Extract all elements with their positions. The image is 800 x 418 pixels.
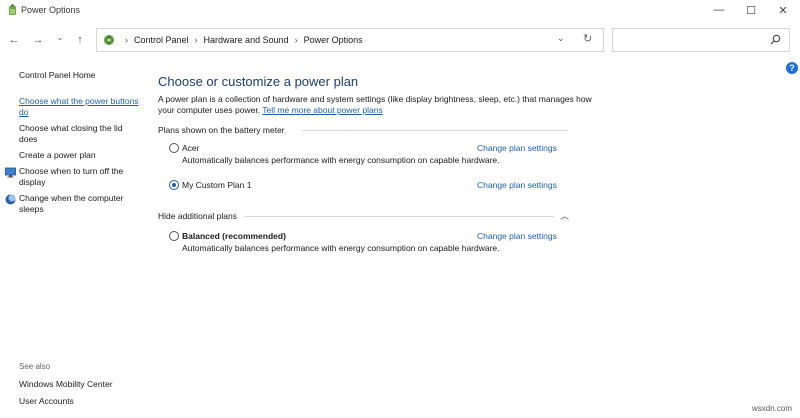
choose-power-buttons-link[interactable]: Choose what the power buttons do: [19, 96, 139, 118]
forward-button[interactable]: →: [30, 32, 46, 48]
search-input[interactable]: [617, 32, 767, 48]
turn-off-display-link[interactable]: Choose when to turn off the display: [19, 166, 139, 188]
plan-name[interactable]: Balanced (recommended): [182, 231, 286, 241]
plan-name[interactable]: Acer: [182, 143, 199, 153]
hide-additional-plans-toggle[interactable]: Hide additional plans: [158, 211, 237, 221]
back-button[interactable]: ←: [6, 32, 22, 48]
help-icon[interactable]: ?: [786, 62, 798, 74]
computer-sleeps-link[interactable]: Change when the computer sleeps: [19, 193, 139, 215]
monitor-icon: [5, 167, 16, 178]
create-power-plan-link[interactable]: Create a power plan: [19, 150, 139, 161]
back-arrow-icon: ←: [8, 34, 20, 46]
up-arrow-icon: ↑: [77, 34, 83, 46]
maximize-button[interactable]: ☐: [734, 0, 768, 20]
control-panel-home-link[interactable]: Control Panel Home: [19, 70, 96, 80]
address-bar[interactable]: › Control Panel › Hardware and Sound › P…: [96, 28, 604, 52]
breadcrumb-separator-icon[interactable]: ›: [295, 35, 298, 45]
help-glyph: ?: [789, 63, 795, 73]
window-title: Power Options: [21, 5, 81, 15]
breadcrumb-separator-icon: ›: [125, 35, 128, 45]
chevron-down-icon: ⌄: [56, 32, 64, 42]
change-plan-settings-acer-link[interactable]: Change plan settings: [477, 143, 557, 153]
breadcrumb-separator-icon[interactable]: ›: [195, 35, 198, 45]
title-bar: Power Options — ☐ ✕: [0, 0, 800, 22]
user-accounts-link[interactable]: User Accounts: [19, 396, 74, 406]
plan-name[interactable]: My Custom Plan 1: [182, 180, 251, 190]
tell-me-more-link[interactable]: Tell me more about power plans: [262, 105, 382, 115]
choose-lid-closing-link[interactable]: Choose what closing the lid does: [19, 123, 139, 145]
maximize-icon: ☐: [746, 4, 756, 17]
breadcrumb-control-panel[interactable]: Control Panel: [134, 35, 189, 45]
search-icon[interactable]: [770, 34, 781, 45]
breadcrumb-hardware-and-sound[interactable]: Hardware and Sound: [204, 35, 289, 45]
see-also-heading: See also: [19, 362, 51, 371]
plan-balanced-radio[interactable]: [169, 231, 179, 241]
moon-icon: [5, 194, 16, 205]
minimize-icon: —: [713, 4, 725, 16]
power-options-icon: [104, 35, 114, 45]
close-button[interactable]: ✕: [766, 0, 800, 20]
plan-description: Automatically balances performance with …: [182, 243, 500, 253]
plan-acer-radio[interactable]: [169, 143, 179, 153]
page-description: A power plan is a collection of hardware…: [158, 94, 598, 116]
power-options-icon: [9, 4, 16, 15]
plan-custom-radio[interactable]: [169, 180, 179, 190]
windows-mobility-center-link[interactable]: Windows Mobility Center: [19, 379, 113, 389]
search-box[interactable]: [612, 28, 790, 52]
recent-locations-button[interactable]: ⌄: [52, 29, 68, 45]
plan-description: Automatically balances performance with …: [182, 155, 500, 165]
refresh-icon[interactable]: ↻: [583, 32, 592, 45]
forward-arrow-icon: →: [32, 34, 44, 46]
battery-meter-section-heading: Plans shown on the battery meter: [158, 125, 285, 135]
address-history-dropdown[interactable]: ⌄: [557, 33, 565, 44]
breadcrumb: › Control Panel › Hardware and Sound › P…: [119, 35, 363, 45]
section-divider: [302, 130, 568, 131]
close-icon: ✕: [778, 4, 788, 17]
chevron-up-icon[interactable]: ︿: [560, 209, 569, 222]
change-plan-settings-custom-link[interactable]: Change plan settings: [477, 180, 557, 190]
minimize-button[interactable]: —: [702, 0, 736, 20]
change-plan-settings-balanced-link[interactable]: Change plan settings: [477, 231, 557, 241]
watermark: wsxdn.com: [752, 404, 793, 413]
breadcrumb-power-options[interactable]: Power Options: [304, 35, 363, 45]
section-divider: [244, 216, 554, 217]
page-title: Choose or customize a power plan: [158, 74, 359, 89]
up-button[interactable]: ↑: [72, 32, 88, 48]
